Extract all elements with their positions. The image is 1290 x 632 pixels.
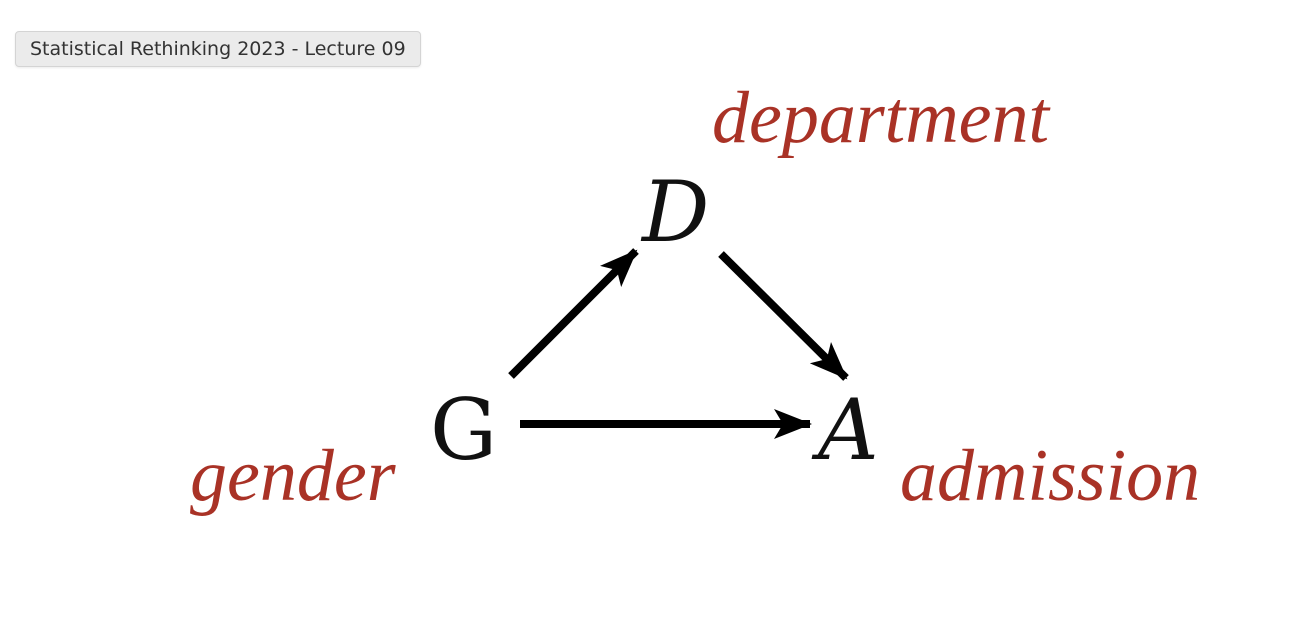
node-d: D: [640, 163, 709, 261]
label-gender: gender: [190, 435, 397, 517]
edge-g-to-d: [508, 248, 639, 379]
label-department: department: [712, 77, 1051, 159]
node-a: A: [811, 381, 879, 479]
causal-dag: D G A department gender admission: [190, 77, 1200, 517]
edge-d-to-a: [718, 251, 849, 381]
label-admission: admission: [900, 435, 1200, 517]
node-g: G: [430, 381, 497, 479]
